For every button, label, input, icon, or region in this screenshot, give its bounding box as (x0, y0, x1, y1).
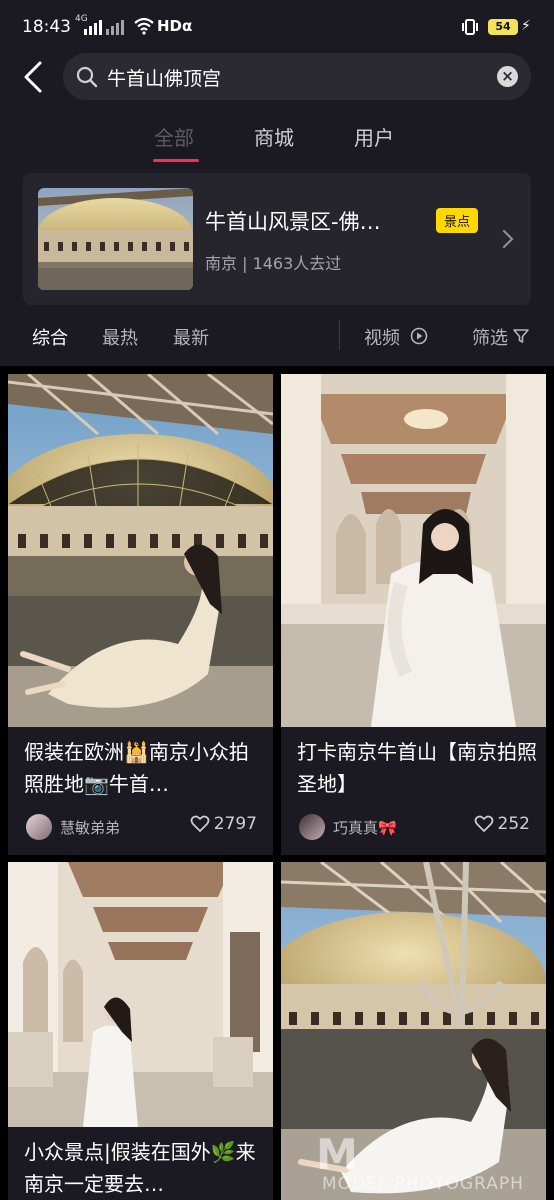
chevron-right-icon (502, 229, 514, 249)
poi-card[interactable]: 牛首山风景区-佛… 景点 南京 | 1463人去过 (23, 173, 531, 305)
vibrate-icon (462, 19, 478, 35)
heart-icon[interactable] (474, 815, 494, 833)
header: 18:43 4G HDα 54 ⚡ 牛首山佛顶宫 × 全部 商城 用户 牛首山风… (0, 0, 554, 366)
like-count[interactable]: 2797 (190, 814, 257, 834)
poi-name: 牛首山风景区-佛… (205, 210, 381, 234)
feed-image (8, 374, 273, 727)
tab-all[interactable]: 全部 (154, 122, 194, 151)
charging-icon: ⚡ (521, 18, 531, 34)
search-input[interactable]: 牛首山佛顶宫 (107, 64, 221, 91)
avatar[interactable] (26, 814, 52, 840)
like-count[interactable]: 252 (474, 814, 530, 834)
feed-title: 小众景点|假装在国外🌿来南京一定要去… (24, 1140, 256, 1196)
filter-comprehensive[interactable]: 综合 (32, 324, 68, 350)
filter-video[interactable]: 视频 (364, 324, 400, 350)
search-icon (76, 66, 98, 88)
watermark-text: MODEL PHOTOGRAPH (322, 1174, 524, 1194)
filter-divider (339, 320, 340, 350)
heart-icon[interactable] (190, 815, 210, 833)
avatar[interactable] (299, 814, 325, 840)
feed-title: 假装在欧洲🕌南京小众拍照胜地📷牛首… (24, 740, 249, 796)
like-value: 252 (497, 814, 530, 834)
feed-image (8, 862, 273, 1127)
watermark-logo: M (316, 1130, 359, 1179)
feed-image (281, 374, 546, 727)
status-bar: 18:43 4G HDα 54 ⚡ (0, 0, 554, 52)
feed-card[interactable]: 小众景点|假装在国外🌿来南京一定要去… (8, 862, 273, 1200)
filter-hottest[interactable]: 最热 (102, 324, 138, 350)
poi-thumbnail (38, 188, 193, 290)
signal-icon (84, 19, 102, 35)
wifi-icon (134, 17, 154, 35)
status-time: 18:43 (22, 17, 71, 37)
author-name: 慧敏弟弟 (60, 818, 121, 837)
signal-2-icon (106, 19, 124, 35)
funnel-icon[interactable] (512, 327, 530, 345)
watermark: M MODEL PHOTOGRAPH (316, 1130, 523, 1194)
author-name: 巧真真🎀 (333, 818, 397, 837)
search-bar[interactable]: 牛首山佛顶宫 × (63, 53, 531, 100)
like-value: 2797 (213, 814, 257, 834)
hd-label: HDα (157, 17, 193, 35)
poi-badge: 景点 (436, 208, 479, 233)
tab-indicator (153, 159, 199, 162)
battery-icon: 54 (488, 19, 518, 35)
feed-card[interactable]: 假装在欧洲🕌南京小众拍照胜地📷牛首… 慧敏弟弟 2797 (8, 374, 273, 855)
feed-author[interactable]: 巧真真🎀 (299, 814, 397, 840)
play-icon[interactable] (410, 327, 428, 345)
back-button[interactable] (20, 60, 46, 94)
tab-mall[interactable]: 商城 (254, 122, 294, 151)
clear-icon[interactable]: × (497, 66, 518, 87)
feed-author[interactable]: 慧敏弟弟 (26, 814, 120, 840)
feed-card[interactable]: 打卡南京牛首山【南京拍照圣地】 巧真真🎀 252 (281, 374, 546, 855)
filter-button[interactable]: 筛选 (472, 324, 508, 350)
poi-meta: 南京 | 1463人去过 (205, 254, 342, 273)
feed-title: 打卡南京牛首山【南京拍照圣地】 (297, 740, 537, 796)
tab-users[interactable]: 用户 (354, 122, 394, 151)
filter-newest[interactable]: 最新 (173, 324, 209, 350)
